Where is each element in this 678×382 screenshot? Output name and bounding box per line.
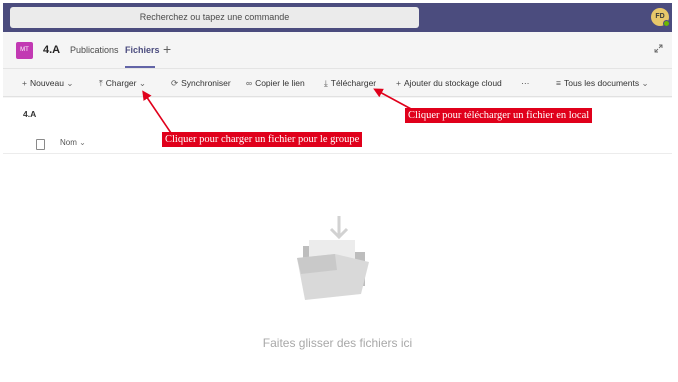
annotation-arrows: [142, 88, 414, 134]
upload-annotation: Cliquer pour charger un fichier pour le …: [162, 132, 363, 147]
teams-window: Recherchez ou tapez une commande FD MT 4…: [3, 3, 672, 355]
upload-arrow: [142, 90, 172, 134]
download-annotation: Cliquer pour télécharger un fichier en l…: [405, 108, 593, 123]
download-arrow: [373, 88, 414, 111]
